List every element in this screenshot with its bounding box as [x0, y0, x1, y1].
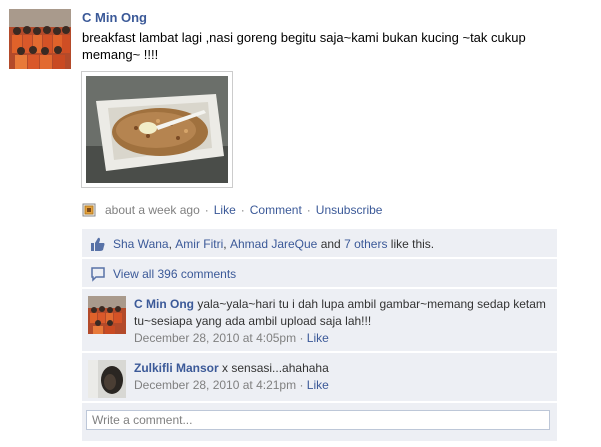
commenter-avatar[interactable] — [88, 296, 126, 334]
post-author-name[interactable]: C Min Ong — [82, 10, 147, 25]
unsubscribe-link[interactable]: Unsubscribe — [316, 203, 383, 217]
comma: , — [168, 237, 172, 251]
comment-like-link[interactable]: Like — [307, 331, 329, 345]
write-comment-panel — [82, 403, 557, 441]
comment-timestamp[interactable]: December 28, 2010 at 4:05pm — [134, 331, 296, 345]
thumbs-up-icon — [90, 236, 106, 252]
post-meta: about a week ago · Like · Comment · Unsu… — [82, 203, 382, 217]
photo-image — [86, 76, 228, 183]
liker-name[interactable]: Sha Wana — [113, 237, 169, 251]
comma: , — [223, 237, 227, 251]
others-link[interactable]: 7 others — [344, 237, 387, 251]
view-all-comments-panel: View all 396 comments — [82, 259, 557, 287]
status-update-icon — [82, 203, 96, 217]
likes-panel: Sha Wana, Amir Fitri, Ahmad JareQue and … — [82, 229, 557, 257]
comment-author[interactable]: C Min Ong — [134, 297, 194, 311]
separator: · — [306, 203, 311, 217]
comment-item: C Min Ong yala~yala~hari tu i dah lupa a… — [82, 289, 557, 351]
post-timestamp[interactable]: about a week ago — [105, 203, 200, 217]
comment-text: x sensasi...ahahaha — [222, 361, 329, 375]
separator: · — [204, 203, 209, 217]
and-word: and — [320, 237, 341, 251]
comment-author[interactable]: Zulkifli Mansor — [134, 361, 219, 375]
separator: · — [299, 331, 304, 345]
comment-timestamp[interactable]: December 28, 2010 at 4:21pm — [134, 378, 296, 392]
liker-name[interactable]: Ahmad JareQue — [230, 237, 317, 251]
post-author-avatar[interactable] — [9, 9, 71, 69]
commenter-avatar[interactable] — [88, 360, 126, 398]
comment-like-link[interactable]: Like — [307, 378, 329, 392]
separator: · — [240, 203, 245, 217]
likes-suffix: like this. — [390, 237, 435, 251]
comment-link[interactable]: Comment — [250, 203, 302, 217]
write-comment-input[interactable] — [86, 410, 550, 430]
separator: · — [299, 378, 304, 392]
post-text: breakfast lambat lagi ,nasi goreng begit… — [82, 30, 526, 62]
like-link[interactable]: Like — [214, 203, 236, 217]
comment-text: yala~yala~hari tu i dah lupa ambil gamba… — [134, 297, 546, 328]
view-all-comments-link[interactable]: View all 396 comments — [113, 267, 236, 281]
post-photo[interactable] — [81, 71, 233, 188]
comment-bubble-icon — [90, 266, 106, 282]
liker-name[interactable]: Amir Fitri — [175, 237, 223, 251]
comment-item: Zulkifli Mansor x sensasi...ahahaha Dece… — [82, 353, 557, 401]
